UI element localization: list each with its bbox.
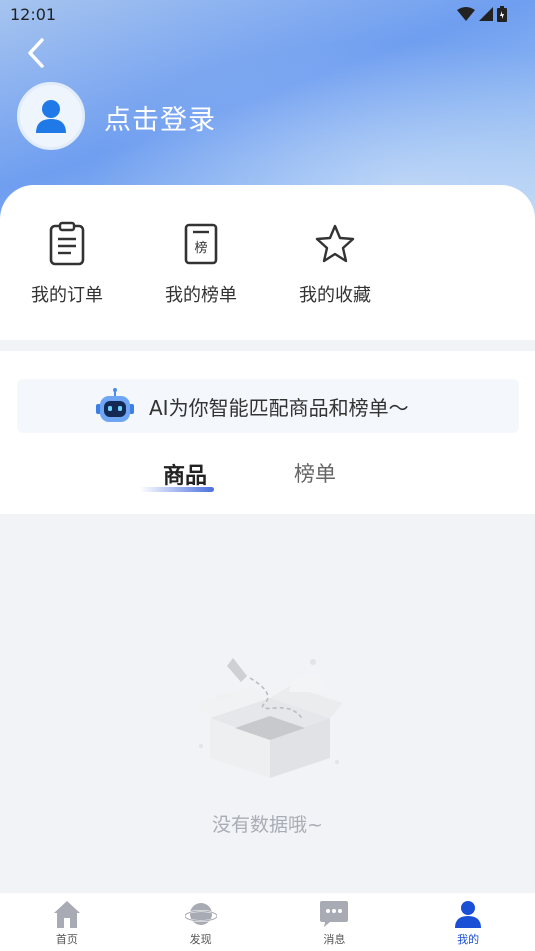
nav-home[interactable]: 首页 [0, 893, 134, 951]
chevron-left-icon [28, 38, 44, 68]
ranking-badge: 榜 [194, 240, 207, 256]
status-icons [457, 6, 507, 22]
avatar[interactable] [17, 82, 85, 150]
nav-label: 发现 [189, 933, 212, 946]
empty-state-illustration [195, 648, 345, 788]
back-button[interactable] [24, 36, 54, 70]
home-icon [53, 901, 80, 928]
person-icon [36, 100, 66, 133]
nav-label: 消息 [323, 933, 346, 946]
signal-icon [479, 7, 493, 21]
planet-icon [183, 903, 218, 925]
person-icon [455, 901, 482, 928]
shortcut-label: 我的订单 [31, 285, 103, 306]
my-orders-button[interactable]: 我的订单 [12, 215, 122, 307]
recommend-section: AI为你智能匹配商品和榜单～ 商品 榜单 [0, 351, 535, 514]
shortcut-card: 我的订单 榜 我的榜单 我的收藏 [0, 185, 535, 340]
star-icon [315, 224, 355, 263]
empty-box-icon [195, 658, 343, 778]
ai-banner[interactable]: AI为你智能匹配商品和榜单～ [17, 379, 519, 433]
my-favorites-button[interactable]: 我的收藏 [280, 215, 390, 307]
tab-products[interactable]: 商品 [163, 458, 207, 490]
nav-label: 首页 [55, 933, 78, 946]
ai-banner-text: AI为你智能匹配商品和榜单～ [149, 396, 409, 420]
empty-state-text: 没有数据哦~ [212, 814, 323, 836]
wifi-icon [457, 7, 475, 21]
clipboard-icon [49, 221, 85, 266]
status-time: 12:01 [10, 5, 57, 24]
nav-discover[interactable]: 发现 [134, 893, 268, 951]
ranking-list-icon: 榜 [184, 223, 218, 265]
my-rankings-button[interactable]: 榜 我的榜单 [146, 215, 256, 307]
nav-profile[interactable]: 我的 [401, 893, 535, 951]
login-link[interactable]: 点击登录 [104, 98, 216, 137]
battery-icon [497, 6, 507, 22]
shortcut-label: 我的收藏 [299, 285, 371, 306]
status-bar: 12:01 [0, 0, 535, 30]
active-tab-indicator [140, 487, 214, 492]
nav-label: 我的 [457, 933, 480, 946]
shortcut-label: 我的榜单 [165, 285, 237, 306]
nav-messages[interactable]: 消息 [268, 893, 402, 951]
bottom-nav: 首页 发现 消息 我的 [0, 893, 535, 951]
robot-icon [96, 388, 134, 422]
message-icon [320, 901, 349, 927]
tab-rankings[interactable]: 榜单 [294, 458, 336, 488]
